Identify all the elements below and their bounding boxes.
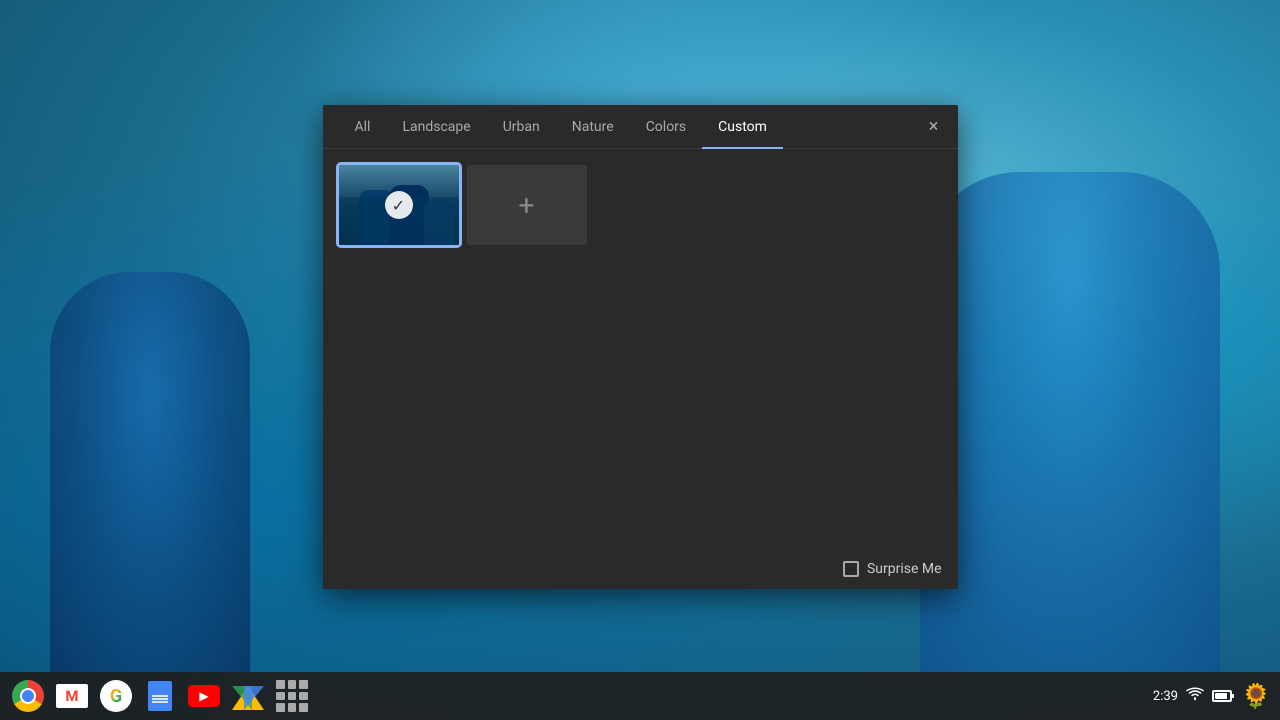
wallpaper-modal: All Landscape Urban Nature Colors Custom… <box>323 105 958 589</box>
tab-urban[interactable]: Urban <box>487 107 556 149</box>
battery-fill <box>1215 693 1227 699</box>
taskbar-app-google[interactable]: G <box>96 676 136 716</box>
tab-custom[interactable]: Custom <box>702 107 783 149</box>
taskbar-app-docs[interactable] <box>140 676 180 716</box>
tab-nature[interactable]: Nature <box>556 107 630 149</box>
google-icon: G <box>100 680 132 712</box>
taskbar-app-drive[interactable] <box>228 676 268 716</box>
wallpaper-grid: ✓ + <box>339 165 942 245</box>
taskbar-status: 2:39 🌻 <box>1153 680 1272 712</box>
check-icon: ✓ <box>385 191 413 219</box>
taskbar-app-youtube[interactable] <box>184 676 224 716</box>
chrome-icon <box>12 680 44 712</box>
docs-icon <box>148 681 172 711</box>
battery-icon <box>1212 690 1232 702</box>
taskbar-app-chrome[interactable] <box>8 676 48 716</box>
apps-icon <box>276 680 308 712</box>
sunflower-icon[interactable]: 🌻 <box>1240 680 1272 712</box>
modal-body: ✓ + <box>323 149 958 549</box>
taskbar: M G <box>0 672 1280 720</box>
taskbar-app-launcher[interactable] <box>272 676 312 716</box>
wallpaper-thumb-1[interactable]: ✓ <box>339 165 459 245</box>
tab-all[interactable]: All <box>339 107 387 149</box>
add-wallpaper-button[interactable]: + <box>467 165 587 245</box>
tab-colors[interactable]: Colors <box>630 107 702 149</box>
surprise-me-text: Surprise Me <box>867 561 942 577</box>
taskbar-app-gmail[interactable]: M <box>52 676 92 716</box>
drive-icon <box>232 682 264 710</box>
surprise-me-checkbox[interactable] <box>843 561 859 577</box>
wifi-icon <box>1186 687 1204 705</box>
tabs-container: All Landscape Urban Nature Colors Custom <box>339 105 783 148</box>
taskbar-apps: M G <box>8 676 1153 716</box>
selected-overlay: ✓ <box>339 165 459 245</box>
clock: 2:39 <box>1153 689 1178 704</box>
tab-landscape[interactable]: Landscape <box>386 107 486 149</box>
close-button[interactable]: × <box>922 115 946 139</box>
surprise-me-label[interactable]: Surprise Me <box>843 561 942 577</box>
modal-header: All Landscape Urban Nature Colors Custom… <box>323 105 958 149</box>
modal-backdrop: All Landscape Urban Nature Colors Custom… <box>0 0 1280 720</box>
modal-footer: Surprise Me <box>323 549 958 589</box>
gmail-icon: M <box>56 684 88 708</box>
youtube-icon <box>188 685 220 707</box>
